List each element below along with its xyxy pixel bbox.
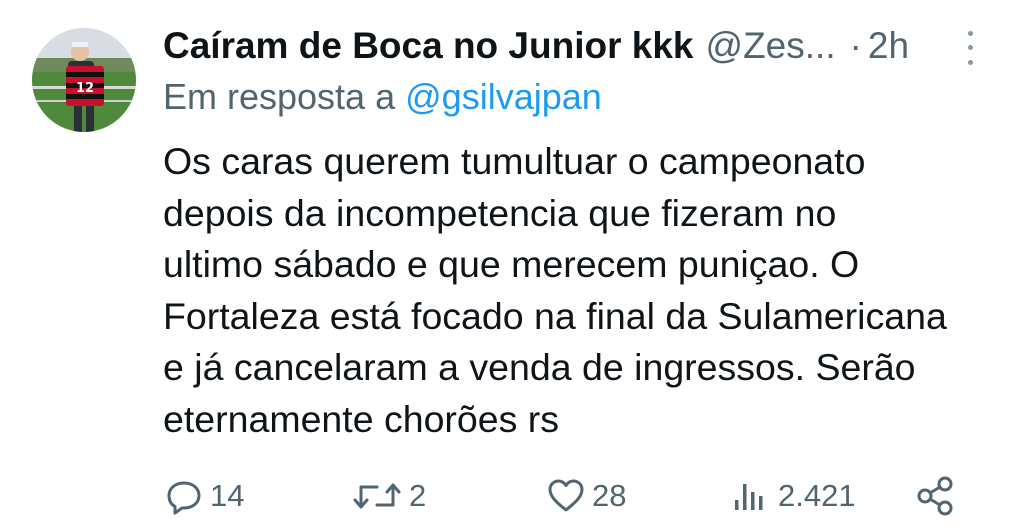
display-name[interactable]: Caíram de Boca no Junior kkk [163, 25, 694, 67]
avatar[interactable]: 12 [32, 28, 136, 132]
reply-prefix: Em resposta a [163, 76, 396, 117]
tweet-text-line: Fortaleza está focado na final da Sulame… [163, 294, 947, 337]
tweet-header: Caíram de Boca no Junior kkk @Zes... · 2… [163, 22, 953, 70]
like-button[interactable]: 28 [546, 470, 626, 522]
tweet-text-line: Os caras querem tumultuar o campeonato [163, 140, 866, 182]
reply-button[interactable]: 14 [164, 470, 244, 522]
retweet-button[interactable]: 2 [351, 470, 426, 522]
views-button[interactable]: 2.421 [730, 470, 856, 522]
retweet-count: 2 [409, 478, 427, 513]
heart-icon [546, 476, 586, 516]
tweet-text-line: eternamente chorões rs [163, 397, 560, 440]
share-icon [914, 474, 958, 518]
tweet-text-line: e já cancelaram a venda de ingressos. Se… [163, 346, 916, 388]
separator-dot: · [849, 25, 862, 66]
user-handle[interactable]: @Zes... [706, 25, 836, 67]
timestamp[interactable]: 2h [868, 25, 909, 67]
action-bar: 14 2 28 2.421 [0, 470, 1024, 522]
reply-icon [164, 476, 204, 516]
tweet-text: Os caras querem tumultuar o campeonato d… [163, 136, 1013, 445]
reply-count: 14 [210, 478, 245, 513]
like-count: 28 [592, 478, 627, 513]
tweet[interactable]: 12 Caíram de Boca no Junior kkk @Zes... … [0, 0, 1024, 532]
reply-to-handle[interactable]: @gsilvajpan [405, 76, 602, 117]
retweet-icon [351, 476, 403, 516]
views-icon [730, 476, 772, 516]
tweet-text-line: ultimo sábado e que merecem puniçao. O [163, 243, 860, 285]
more-icon[interactable] [958, 26, 982, 70]
reply-context: Em resposta a @gsilvajpan [163, 76, 602, 118]
share-button[interactable] [914, 470, 958, 522]
avatar-jersey-number: 12 [76, 81, 94, 96]
views-count: 2.421 [778, 478, 856, 513]
tweet-text-line: depois da incompetencia que fizeram no [163, 191, 837, 234]
